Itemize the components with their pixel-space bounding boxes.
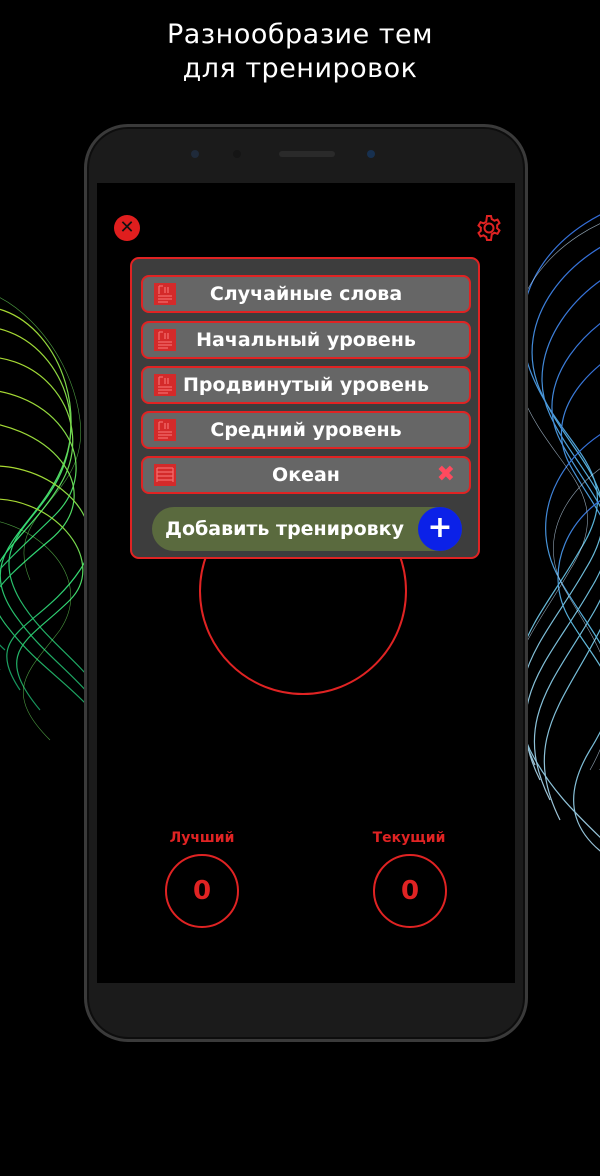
workout-item[interactable]: Средний уровень: [141, 411, 471, 449]
current-score-value: 0: [373, 854, 447, 928]
workout-item-label: Начальный уровень: [196, 329, 416, 351]
promo-canvas: Разнообразие тем для тренировок ✕ Случай…: [0, 0, 600, 1176]
workout-item-label: Случайные слова: [209, 283, 403, 305]
promo-title-line-1: Разнообразие тем: [166, 19, 434, 50]
workout-item[interactable]: Океан ✖: [141, 456, 471, 494]
add-workout-button[interactable]: Добавить тренировку +: [152, 507, 462, 551]
proximity-sensor-icon: [233, 150, 241, 158]
workout-item-label: Средний уровень: [210, 419, 402, 441]
phone-speaker: [279, 151, 335, 157]
workout-item-label: Океан: [272, 464, 340, 486]
close-button[interactable]: ✕: [114, 215, 140, 241]
gear-icon[interactable]: [474, 213, 504, 243]
workout-item-label: Продвинутый уровень: [183, 374, 429, 396]
promo-title-line-2: для тренировок: [182, 53, 418, 84]
current-score-label: Текущий: [372, 830, 446, 846]
promo-title: Разнообразие тем для тренировок: [0, 18, 600, 86]
workout-list-panel: Случайные слова Начальный уровень Продви…: [130, 257, 480, 559]
add-workout-label: Добавить тренировку: [165, 518, 404, 540]
best-score-label: Лучший: [169, 830, 235, 846]
close-icon: ✕: [119, 217, 135, 238]
best-score-value: 0: [165, 854, 239, 928]
sensor-icon: [367, 150, 375, 158]
delete-workout-icon[interactable]: ✖: [437, 464, 455, 486]
front-camera-icon: [191, 150, 199, 158]
plus-icon[interactable]: +: [418, 507, 462, 551]
workout-item[interactable]: Начальный уровень: [141, 321, 471, 359]
workout-item[interactable]: Продвинутый уровень: [141, 366, 471, 404]
workout-item[interactable]: Случайные слова: [141, 275, 471, 313]
